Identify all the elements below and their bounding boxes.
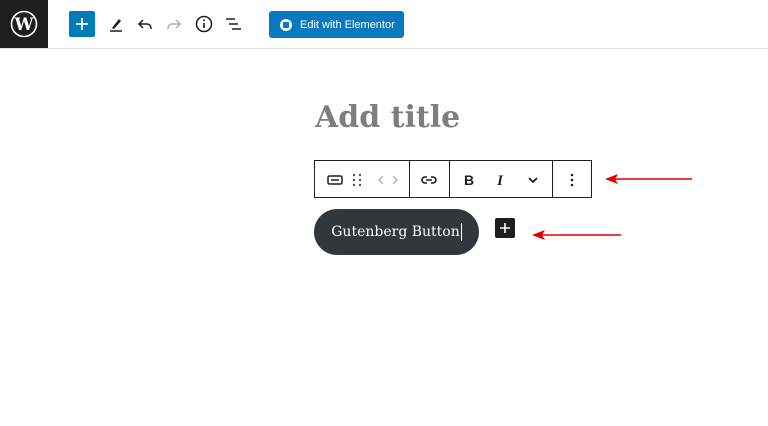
pencil-icon: [110, 19, 122, 32]
elementor-icon: [280, 18, 292, 31]
annotation-arrow-icon: [605, 174, 692, 184]
toolbar-divider: [552, 161, 553, 197]
redo-icon: [167, 19, 182, 29]
block-type-button[interactable]: [325, 170, 345, 190]
move-block-buttons[interactable]: [376, 170, 400, 190]
drag-handle-icon: [352, 173, 362, 187]
text-caret: [460, 223, 462, 241]
elementor-button-label: Edit with Elementor: [300, 18, 395, 31]
gutenberg-button-block[interactable]: Gutenberg Button: [314, 209, 479, 255]
info-icon: [195, 15, 213, 33]
block-inserter-button[interactable]: [495, 218, 515, 238]
plus-icon: [500, 223, 510, 233]
details-button[interactable]: [191, 11, 217, 37]
editor-top-toolbar: W Edit with Elementor: [0, 0, 768, 49]
list-view-button[interactable]: [220, 11, 246, 37]
chevron-down-icon: [528, 177, 538, 184]
svg-text:I: I: [496, 173, 504, 187]
link-button[interactable]: [419, 170, 439, 190]
italic-icon: I: [496, 173, 504, 187]
plus-icon: [76, 18, 88, 30]
bold-button[interactable]: B: [459, 170, 479, 190]
undo-icon: [137, 19, 152, 29]
more-options-icon: [570, 173, 574, 187]
list-view-icon: [226, 18, 241, 30]
button-text[interactable]: Gutenberg Button: [331, 224, 459, 240]
edit-with-elementor-button[interactable]: Edit with Elementor: [269, 11, 404, 38]
wordpress-logo-icon[interactable]: W: [0, 0, 48, 48]
italic-button[interactable]: I: [490, 170, 510, 190]
redo-button[interactable]: [161, 11, 187, 37]
block-toolbar: B I: [314, 160, 592, 198]
annotation-arrow-icon: [532, 230, 621, 240]
button-block-icon: [327, 175, 343, 185]
block-options-button[interactable]: [562, 170, 582, 190]
more-formatting-button[interactable]: [523, 170, 543, 190]
toolbar-divider: [409, 161, 410, 197]
svg-text:B: B: [464, 173, 474, 187]
add-block-button[interactable]: [69, 11, 95, 37]
undo-button[interactable]: [132, 11, 158, 37]
tools-button[interactable]: [103, 11, 129, 37]
bold-icon: B: [464, 173, 474, 187]
svg-text:W: W: [13, 15, 34, 35]
toolbar-divider: [449, 161, 450, 197]
post-title-placeholder[interactable]: Add title: [315, 100, 460, 135]
move-arrows-icon: [378, 175, 398, 185]
drag-handle[interactable]: [349, 170, 365, 190]
link-icon: [421, 176, 437, 184]
